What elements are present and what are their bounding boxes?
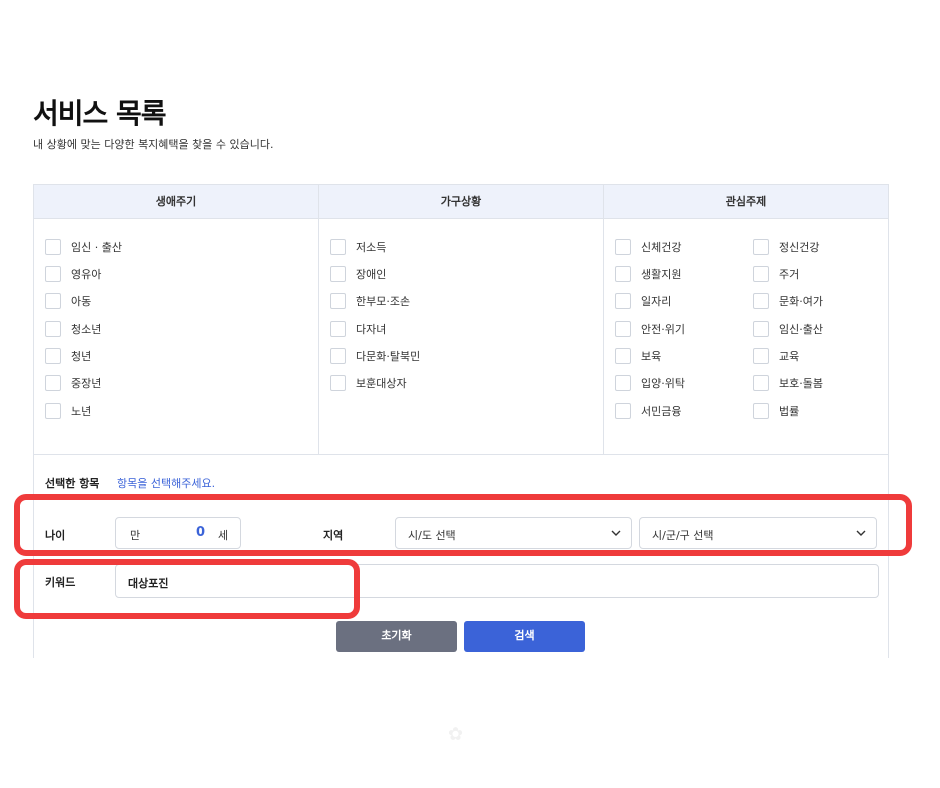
highlight-box-keyword (14, 559, 360, 619)
checkbox-option[interactable]: 교육 (753, 347, 799, 365)
page-title: 서비스 목록 (33, 97, 167, 130)
checkbox-option[interactable]: 문화·여가 (753, 292, 823, 310)
option-label: 보훈대상자 (356, 377, 407, 390)
watermark-logo-icon: ✿ (448, 724, 464, 745)
checkbox-option[interactable]: 일자리 (615, 292, 671, 310)
selected-items-placeholder: 항목을 선택해주세요. (117, 477, 216, 490)
interest-options: 신체건강 생활지원 일자리 안전·위기 보육 입양·위탁 서민금융 정신건강 주… (604, 219, 888, 454)
checkbox[interactable] (45, 293, 61, 309)
checkbox-option[interactable]: 노년 (45, 402, 91, 420)
checkbox[interactable] (615, 266, 631, 282)
option-label: 청소년 (71, 323, 102, 336)
option-label: 임신 · 출산 (71, 241, 122, 254)
checkbox[interactable] (45, 266, 61, 282)
checkbox[interactable] (753, 375, 769, 391)
checkbox-option[interactable]: 신체건강 (615, 238, 681, 256)
option-label: 보육 (641, 350, 662, 363)
selected-items-label: 선택한 항목 (45, 477, 100, 490)
option-label: 서민금융 (641, 405, 682, 418)
checkbox[interactable] (330, 321, 346, 337)
checkbox[interactable] (45, 321, 61, 337)
column-header-interest: 관심주제 (725, 195, 767, 208)
checkbox[interactable] (615, 348, 631, 364)
life-options: 임신 · 출산 영유아 아동 청소년 청년 중장년 노년 (34, 219, 319, 454)
checkbox-option[interactable]: 저소득 (330, 238, 386, 256)
checkbox-option[interactable]: 보육 (615, 347, 661, 365)
checkbox-option[interactable]: 임신·출산 (753, 320, 823, 338)
option-label: 생활지원 (641, 268, 682, 281)
checkbox[interactable] (753, 403, 769, 419)
reset-button[interactable]: 초기화 (336, 621, 457, 652)
option-label: 장애인 (356, 268, 387, 281)
checkbox-option[interactable]: 한부모·조손 (330, 292, 410, 310)
checkbox[interactable] (753, 321, 769, 337)
checkbox[interactable] (753, 348, 769, 364)
option-label: 다자녀 (356, 323, 387, 336)
page-subtitle: 내 상황에 맞는 다양한 복지혜택을 찾을 수 있습니다. (33, 138, 274, 151)
option-label: 저소득 (356, 241, 387, 254)
checkbox[interactable] (330, 348, 346, 364)
checkbox[interactable] (753, 293, 769, 309)
checkbox-option[interactable]: 청년 (45, 347, 91, 365)
checkbox-option[interactable]: 중장년 (45, 374, 101, 392)
checkbox[interactable] (615, 403, 631, 419)
option-label: 법률 (779, 405, 800, 418)
option-label: 한부모·조손 (356, 295, 411, 308)
checkbox-option[interactable]: 주거 (753, 265, 799, 283)
option-label: 입양·위탁 (641, 377, 685, 390)
checkbox[interactable] (615, 239, 631, 255)
filter-header: 생애주기 가구상황 관심주제 (34, 185, 888, 219)
divider (34, 454, 888, 455)
checkbox-option[interactable]: 생활지원 (615, 265, 681, 283)
checkbox-option[interactable]: 아동 (45, 292, 91, 310)
checkbox-option[interactable]: 안전·위기 (615, 320, 685, 338)
checkbox-option[interactable]: 보호·돌봄 (753, 374, 823, 392)
checkbox[interactable] (45, 375, 61, 391)
checkbox[interactable] (615, 375, 631, 391)
option-label: 일자리 (641, 295, 672, 308)
checkbox-option[interactable]: 장애인 (330, 265, 386, 283)
checkbox[interactable] (45, 239, 61, 255)
option-label: 노년 (71, 405, 92, 418)
option-label: 정신건강 (779, 241, 820, 254)
checkbox-option[interactable]: 법률 (753, 402, 799, 420)
checkbox-option[interactable]: 정신건강 (753, 238, 819, 256)
option-label: 다문화·탈북민 (356, 350, 421, 363)
option-label: 교육 (779, 350, 800, 363)
checkbox-option[interactable]: 입양·위탁 (615, 374, 685, 392)
option-label: 안전·위기 (641, 323, 685, 336)
checkbox[interactable] (330, 293, 346, 309)
option-label: 주거 (779, 268, 800, 281)
column-header-life: 생애주기 (34, 185, 319, 219)
household-options: 저소득 장애인 한부모·조손 다자녀 다문화·탈북민 보훈대상자 (319, 219, 604, 454)
option-label: 보호·돌봄 (779, 377, 823, 390)
option-label: 문화·여가 (779, 295, 823, 308)
option-label: 임신·출산 (779, 323, 823, 336)
checkbox-option[interactable]: 임신 · 출산 (45, 238, 122, 256)
option-label: 영유아 (71, 268, 102, 281)
column-header-household: 가구상황 (319, 185, 604, 219)
checkbox[interactable] (615, 293, 631, 309)
checkbox[interactable] (45, 348, 61, 364)
checkbox-option[interactable]: 다문화·탈북민 (330, 347, 420, 365)
checkbox-option[interactable]: 다자녀 (330, 320, 386, 338)
checkbox[interactable] (753, 266, 769, 282)
checkbox[interactable] (753, 239, 769, 255)
checkbox-option[interactable]: 영유아 (45, 265, 101, 283)
option-label: 중장년 (71, 377, 102, 390)
option-label: 청년 (71, 350, 92, 363)
checkbox[interactable] (330, 266, 346, 282)
option-label: 아동 (71, 295, 92, 308)
checkbox[interactable] (330, 239, 346, 255)
checkbox[interactable] (45, 403, 61, 419)
option-label: 신체건강 (641, 241, 682, 254)
checkbox-option[interactable]: 서민금융 (615, 402, 681, 420)
checkbox[interactable] (330, 375, 346, 391)
highlight-box-age-region (14, 494, 912, 556)
checkbox-option[interactable]: 보훈대상자 (330, 374, 407, 392)
search-button[interactable]: 검색 (464, 621, 585, 652)
checkbox-option[interactable]: 청소년 (45, 320, 101, 338)
checkbox[interactable] (615, 321, 631, 337)
